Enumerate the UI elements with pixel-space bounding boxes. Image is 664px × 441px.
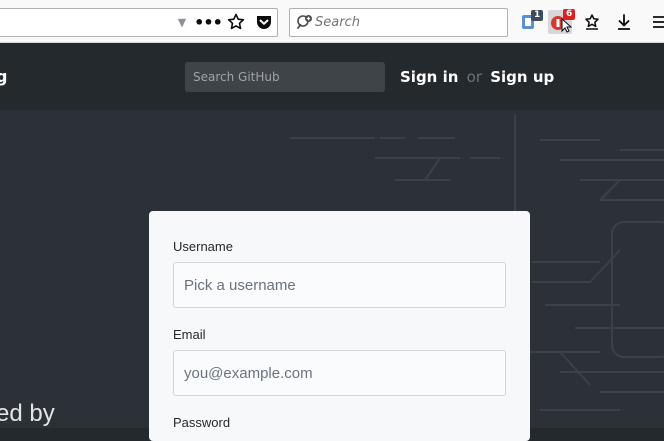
menu-icon[interactable] <box>650 12 664 32</box>
page-actions-icon[interactable]: ••• <box>194 12 223 32</box>
browser-toolbar: ▼ ••• Search 1 6 <box>0 0 664 43</box>
sign-in-link[interactable]: Sign in <box>400 68 458 86</box>
auth-links: Sign in or Sign up <box>400 68 554 86</box>
email-label: Email <box>173 327 206 342</box>
download-icon[interactable] <box>614 12 634 32</box>
search-bar[interactable]: Search <box>289 8 508 37</box>
pocket-icon[interactable] <box>254 12 274 32</box>
or-separator: or <box>466 68 482 86</box>
extension-1-badge: 1 <box>531 10 544 21</box>
signup-form: Username Email Password <box>149 211 530 441</box>
hero-text-partial: ed by <box>0 400 55 427</box>
bookmark-star-icon[interactable] <box>226 12 246 32</box>
search-icon <box>296 14 314 32</box>
header-nav-partial[interactable]: g <box>0 67 7 86</box>
github-header: g Search GitHub Sign in or Sign up <box>0 43 664 110</box>
search-placeholder: Search <box>315 15 360 30</box>
username-label: Username <box>173 239 233 254</box>
username-input[interactable] <box>173 262 506 308</box>
sign-up-link[interactable]: Sign up <box>490 68 554 86</box>
github-search-placeholder: Search GitHub <box>193 70 280 84</box>
email-input[interactable] <box>173 350 506 396</box>
github-search-input[interactable]: Search GitHub <box>185 62 385 92</box>
library-icon[interactable] <box>582 12 602 32</box>
extension-2-badge: 6 <box>563 9 576 20</box>
url-dropdown-icon[interactable]: ▼ <box>175 14 189 30</box>
